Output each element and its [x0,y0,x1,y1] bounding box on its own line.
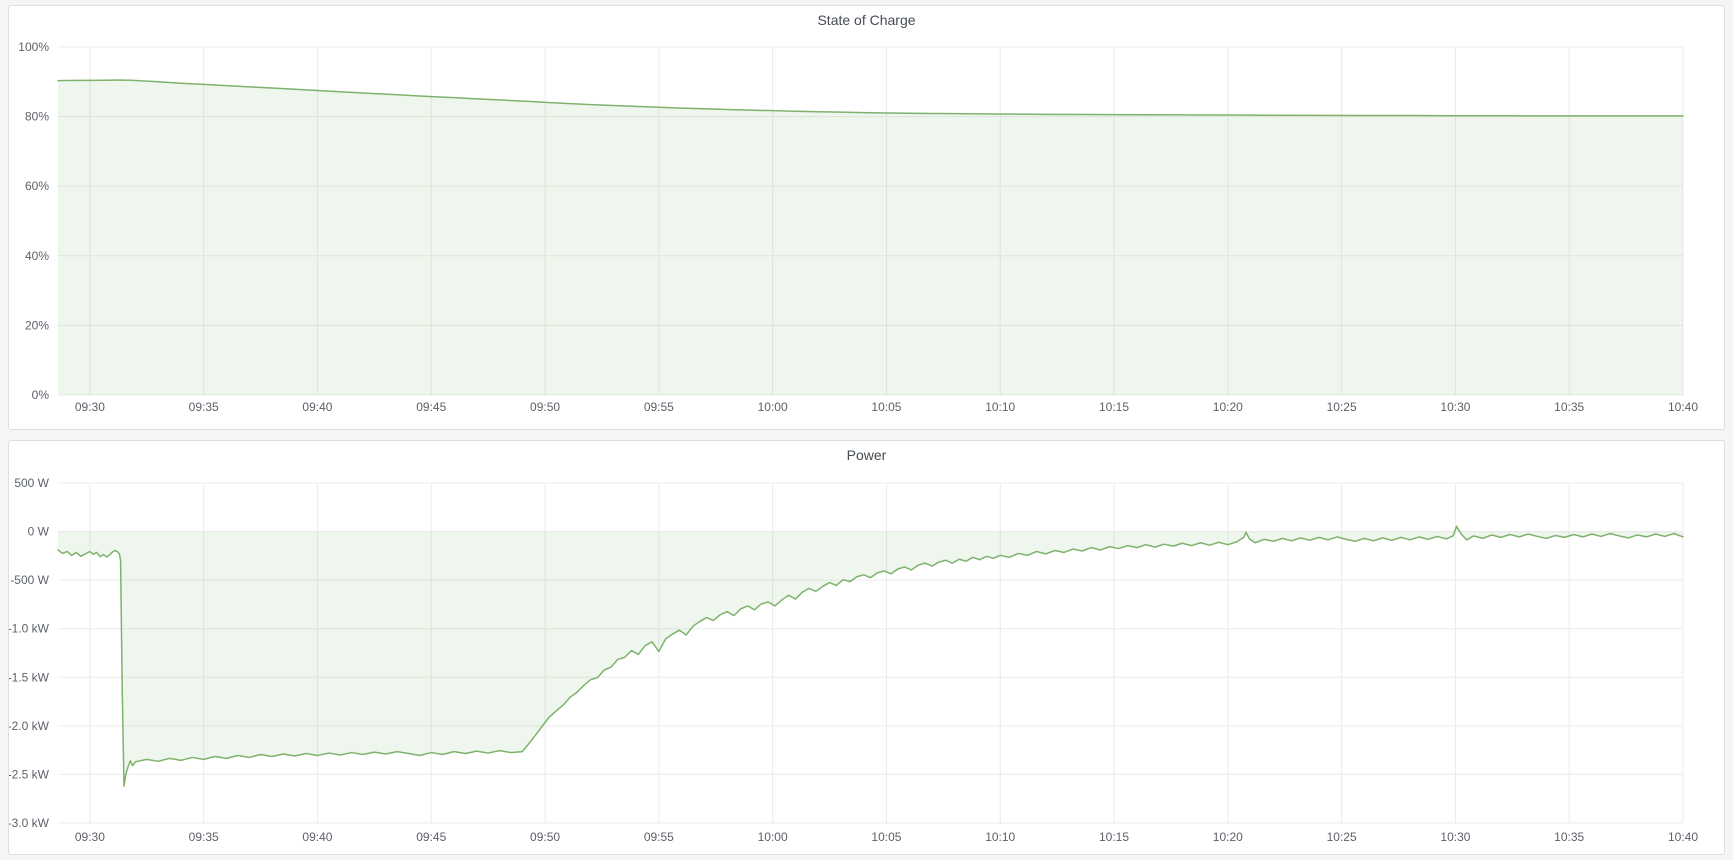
x-tick-label: 09:55 [644,830,674,844]
series-area-fill [58,80,1683,395]
x-tick-label: 09:30 [75,400,105,414]
x-tick-label: 10:40 [1668,400,1698,414]
panel-title-power[interactable]: Power [9,447,1724,463]
y-tick-label: 80% [25,110,49,124]
x-tick-label: 09:40 [302,400,332,414]
x-tick-label: 10:35 [1554,400,1584,414]
y-tick-label: -1.5 kW [9,670,50,684]
state-of-charge-chart-canvas[interactable]: 09:30 09:35 09:40 09:45 09:50 09:55 10:00 10:05… [9,6,1724,429]
x-tick-label: 10:25 [1327,400,1357,414]
x-tick-label: 09:30 [75,830,105,844]
x-tick-label: 10:25 [1327,830,1357,844]
x-tick-label: 09:45 [416,830,446,844]
x-tick-label: 09:55 [644,400,674,414]
x-tick-label: 10:00 [758,400,788,414]
y-tick-label: 40% [25,249,49,263]
x-tick-label: 10:05 [871,400,901,414]
x-tick-label: 10:15 [1099,400,1129,414]
panel-state-of-charge: State of Charge 09:30 09:35 09:40 09:45 09:5… [8,5,1725,430]
y-tick-label: 60% [25,179,49,193]
x-tick-label: 09:40 [302,830,332,844]
y-tick-label: 0 W [28,525,50,539]
x-tick-label: 09:45 [416,400,446,414]
y-tick-label: -1.0 kW [9,622,50,636]
y-tick-label: -500 W [10,573,49,587]
x-tick-label: 10:20 [1213,400,1243,414]
power-chart-canvas[interactable]: 09:30 09:35 09:40 09:45 09:50 09:55 10:00 10:05… [9,441,1724,854]
x-tick-label: 10:10 [985,400,1015,414]
y-tick-label: -2.0 kW [9,719,50,733]
x-tick-label: 09:50 [530,400,560,414]
series-area-fill [58,526,1683,786]
panel-power: Power 09:30 09:35 09:40 09:45 09:50 09:55 10:0… [8,440,1725,855]
x-tick-label: 10:20 [1213,830,1243,844]
x-tick-label: 10:30 [1440,830,1470,844]
y-tick-label: -2.5 kW [9,767,50,781]
x-tick-label: 10:15 [1099,830,1129,844]
x-tick-label: 10:30 [1440,400,1470,414]
y-tick-label: 500 W [14,476,49,490]
y-tick-label: 20% [25,318,49,332]
x-tick-label: 09:50 [530,830,560,844]
x-tick-label: 10:10 [985,830,1015,844]
x-tick-label: 09:35 [189,830,219,844]
x-tick-label: 10:05 [871,830,901,844]
y-tick-label: -3.0 kW [9,816,50,830]
y-tick-label: 100% [18,40,49,54]
x-tick-label: 10:35 [1554,830,1584,844]
x-tick-label: 10:00 [758,830,788,844]
x-tick-label: 10:40 [1668,830,1698,844]
x-tick-label: 09:35 [189,400,219,414]
y-tick-label: 0% [32,388,50,402]
panel-title-state-of-charge[interactable]: State of Charge [9,12,1724,28]
